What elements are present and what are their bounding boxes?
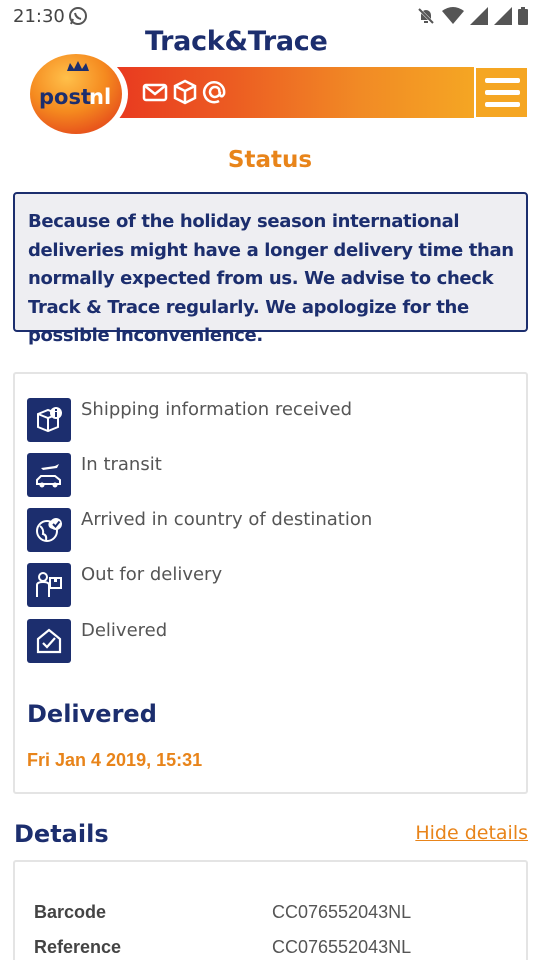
signal-icon xyxy=(470,7,488,30)
detail-key: Reference xyxy=(34,937,122,957)
details-heading: Details xyxy=(14,820,109,848)
status-step: Delivered xyxy=(27,619,167,663)
delivery-timestamp: Fri Jan 4 2019, 15:31 xyxy=(27,750,203,770)
status-step: In transit xyxy=(27,453,162,497)
status-step-label: Delivered xyxy=(81,620,168,641)
current-status: Delivered xyxy=(27,700,157,728)
at-sign-icon xyxy=(202,79,228,110)
clock: 21:30 xyxy=(13,6,65,27)
holiday-notice: Because of the holiday season internatio… xyxy=(13,192,528,346)
detail-key: Barcode xyxy=(34,902,107,922)
wifi-icon xyxy=(442,7,464,30)
service-icons xyxy=(142,79,228,110)
hide-details-link[interactable]: Hide details xyxy=(415,822,528,844)
notice-text: Because of the holiday season internatio… xyxy=(28,211,514,346)
svg-text:nl: nl xyxy=(89,85,111,109)
parcel-icon xyxy=(172,79,198,110)
status-step: Shipping information received xyxy=(27,398,352,442)
globe-check-icon xyxy=(27,508,71,552)
whatsapp-icon xyxy=(68,6,88,31)
status-step-label: Out for delivery xyxy=(81,564,223,585)
package-info-icon xyxy=(27,398,71,442)
status-step-label: Shipping information received xyxy=(81,399,353,420)
house-check-icon xyxy=(27,619,71,663)
envelope-icon xyxy=(142,79,168,110)
hamburger-menu-button[interactable] xyxy=(475,67,528,118)
status-card: Shipping information received In transit… xyxy=(13,372,528,794)
status-step: Out for delivery xyxy=(27,563,222,607)
status-step-label: Arrived in country of destination xyxy=(81,509,373,530)
courier-icon xyxy=(27,563,71,607)
page-title: Status xyxy=(227,147,313,173)
status-step-label: In transit xyxy=(81,454,162,475)
detail-value: CC076552043NL xyxy=(272,937,412,957)
hamburger-icon xyxy=(485,78,520,83)
app-title: Track&Trace xyxy=(145,26,328,57)
details-card: Barcode CC076552043NL Reference CC076552… xyxy=(13,860,528,960)
detail-value: CC076552043NL xyxy=(272,902,412,922)
do-not-disturb-icon xyxy=(416,6,436,31)
status-step: Arrived in country of destination xyxy=(27,508,372,552)
battery-icon xyxy=(518,7,528,30)
postnl-logo[interactable]: post nl xyxy=(26,49,130,139)
svg-text:post: post xyxy=(39,85,91,109)
plane-van-icon xyxy=(27,453,71,497)
signal-icon xyxy=(494,7,512,30)
